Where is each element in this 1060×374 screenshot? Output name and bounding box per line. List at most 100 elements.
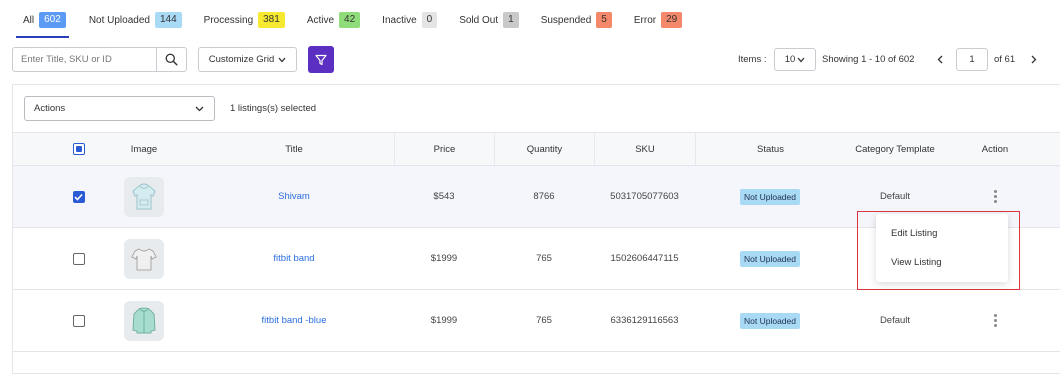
row-quantity: 8766: [533, 191, 555, 202]
table-header: Image Title Price Quantity SKU Status Ca…: [13, 132, 1060, 166]
row-image-cell: [102, 166, 186, 227]
next-page-button[interactable]: [1026, 50, 1042, 69]
chevron-down-icon: [797, 57, 805, 62]
tab-count-badge: 381: [258, 12, 285, 28]
tab-sold-out[interactable]: Sold Out 1: [459, 7, 519, 33]
tab-count-badge: 1: [503, 12, 519, 28]
column-header-status[interactable]: Status: [695, 133, 845, 165]
bulk-actions-label: Actions: [34, 103, 66, 114]
menu-item-edit-listing[interactable]: Edit Listing: [876, 219, 1008, 248]
search-icon: [165, 53, 178, 66]
more-actions-icon[interactable]: [985, 185, 1005, 209]
items-per-page-value: 10: [784, 54, 796, 65]
product-image[interactable]: [124, 176, 164, 217]
tab-label: Sold Out: [459, 14, 499, 26]
select-all-checkbox[interactable]: [72, 143, 85, 155]
page-total-text: of 61: [994, 54, 1016, 65]
status-badge: Not Uploaded: [740, 250, 800, 267]
tab-processing[interactable]: Processing 381: [204, 7, 285, 33]
column-header-image: Image: [130, 143, 158, 155]
chevron-down-icon: [278, 57, 286, 62]
row-checkbox[interactable]: [72, 252, 85, 265]
tab-all[interactable]: All 602: [16, 7, 69, 38]
search-box: [12, 47, 187, 72]
row-quantity: 765: [536, 253, 552, 264]
tab-count-badge: 144: [154, 12, 182, 28]
row-title-cell: Shivam: [186, 166, 402, 227]
items-label: Items :: [738, 54, 767, 65]
tab-count-badge: 602: [39, 12, 66, 28]
row-checkbox[interactable]: [72, 190, 85, 203]
row-category-template: Default: [879, 315, 911, 326]
tab-label: Not Uploaded: [88, 14, 150, 26]
row-image-cell: [102, 290, 186, 351]
row-status-cell: Not Uploaded: [695, 228, 845, 289]
row-quantity: 765: [536, 315, 552, 326]
tab-error[interactable]: Error 29: [633, 7, 683, 33]
customize-grid-button[interactable]: Customize Grid: [198, 47, 297, 72]
column-header-category-template: Category Template: [855, 143, 935, 155]
row-title-cell: fitbit band: [186, 228, 402, 289]
hoodie-icon: [132, 183, 156, 209]
row-status-cell: Not Uploaded: [695, 166, 845, 227]
status-badge: Not Uploaded: [740, 312, 800, 329]
menu-item-view-listing[interactable]: View Listing: [876, 248, 1008, 277]
product-title-link[interactable]: Shivam: [278, 191, 310, 202]
jacket-icon: [132, 307, 156, 333]
tshirt-icon: [131, 247, 157, 270]
previous-page-button[interactable]: [932, 50, 948, 69]
tab-label: Suspended: [540, 14, 592, 26]
tab-suspended[interactable]: Suspended 5: [541, 7, 612, 33]
chevron-left-icon: [937, 55, 943, 64]
action-dropdown-menu: Edit Listing View Listing: [876, 214, 1008, 282]
tab-label: Processing: [203, 14, 254, 26]
tab-label: Inactive: [382, 14, 417, 26]
tab-count-badge: 0: [421, 12, 438, 28]
tab-inactive[interactable]: Inactive 0: [382, 7, 438, 33]
showing-text: Showing 1 - 10 of 602: [822, 54, 915, 65]
product-title-link[interactable]: fitbit band -blue: [262, 315, 327, 326]
checkmark-icon: [74, 193, 83, 201]
customize-grid-label: Customize Grid: [208, 54, 275, 65]
row-sku: 1502606447115: [610, 253, 679, 264]
tab-label: All: [23, 14, 35, 26]
product-title-link[interactable]: fitbit band: [273, 253, 314, 264]
tab-count-badge: 5: [596, 12, 612, 28]
filter-icon: [315, 54, 327, 65]
page-number-input[interactable]: [956, 48, 988, 71]
search-button[interactable]: [156, 48, 186, 71]
product-image[interactable]: [124, 238, 164, 279]
items-per-page-select[interactable]: 10: [774, 48, 816, 71]
row-title-cell: fitbit band -blue: [186, 290, 402, 351]
tab-label: Error: [633, 14, 657, 26]
selected-count-text: 1 listings(s) selected: [230, 103, 317, 114]
row-price: $1999: [430, 315, 458, 326]
row-image-cell: [102, 228, 186, 289]
product-image[interactable]: [124, 300, 164, 341]
table-row: fitbit band -blue $1999 765 633612911656…: [13, 290, 1060, 352]
row-status-cell: Not Uploaded: [695, 290, 845, 351]
row-sku: 6336129116563: [610, 315, 679, 326]
row-price: $1999: [430, 253, 458, 264]
more-actions-icon[interactable]: [985, 309, 1005, 333]
status-badge: Not Uploaded: [740, 188, 800, 205]
tab-count-badge: 29: [661, 12, 683, 28]
status-tabs: All 602 Not Uploaded 144 Processing 381 …: [16, 7, 704, 38]
column-header-price[interactable]: Price: [394, 133, 494, 165]
column-header-title[interactable]: Title: [186, 133, 402, 165]
column-header-quantity[interactable]: Quantity: [494, 133, 594, 165]
row-sku: 5031705077603: [610, 191, 679, 202]
search-input[interactable]: [13, 48, 156, 71]
tab-active[interactable]: Active 42: [306, 7, 361, 33]
bulk-actions-select[interactable]: Actions: [24, 96, 215, 121]
filter-button[interactable]: [308, 46, 334, 73]
row-checkbox[interactable]: [72, 314, 85, 327]
tab-label: Active: [306, 14, 335, 26]
chevron-right-icon: [1031, 55, 1037, 64]
column-header-sku[interactable]: SKU: [594, 133, 695, 165]
row-price: $543: [433, 191, 455, 202]
chevron-down-icon: [195, 106, 204, 111]
row-action-cell: [955, 290, 1035, 351]
tab-not-uploaded[interactable]: Not Uploaded 144: [89, 7, 182, 33]
tab-count-badge: 42: [339, 12, 361, 28]
